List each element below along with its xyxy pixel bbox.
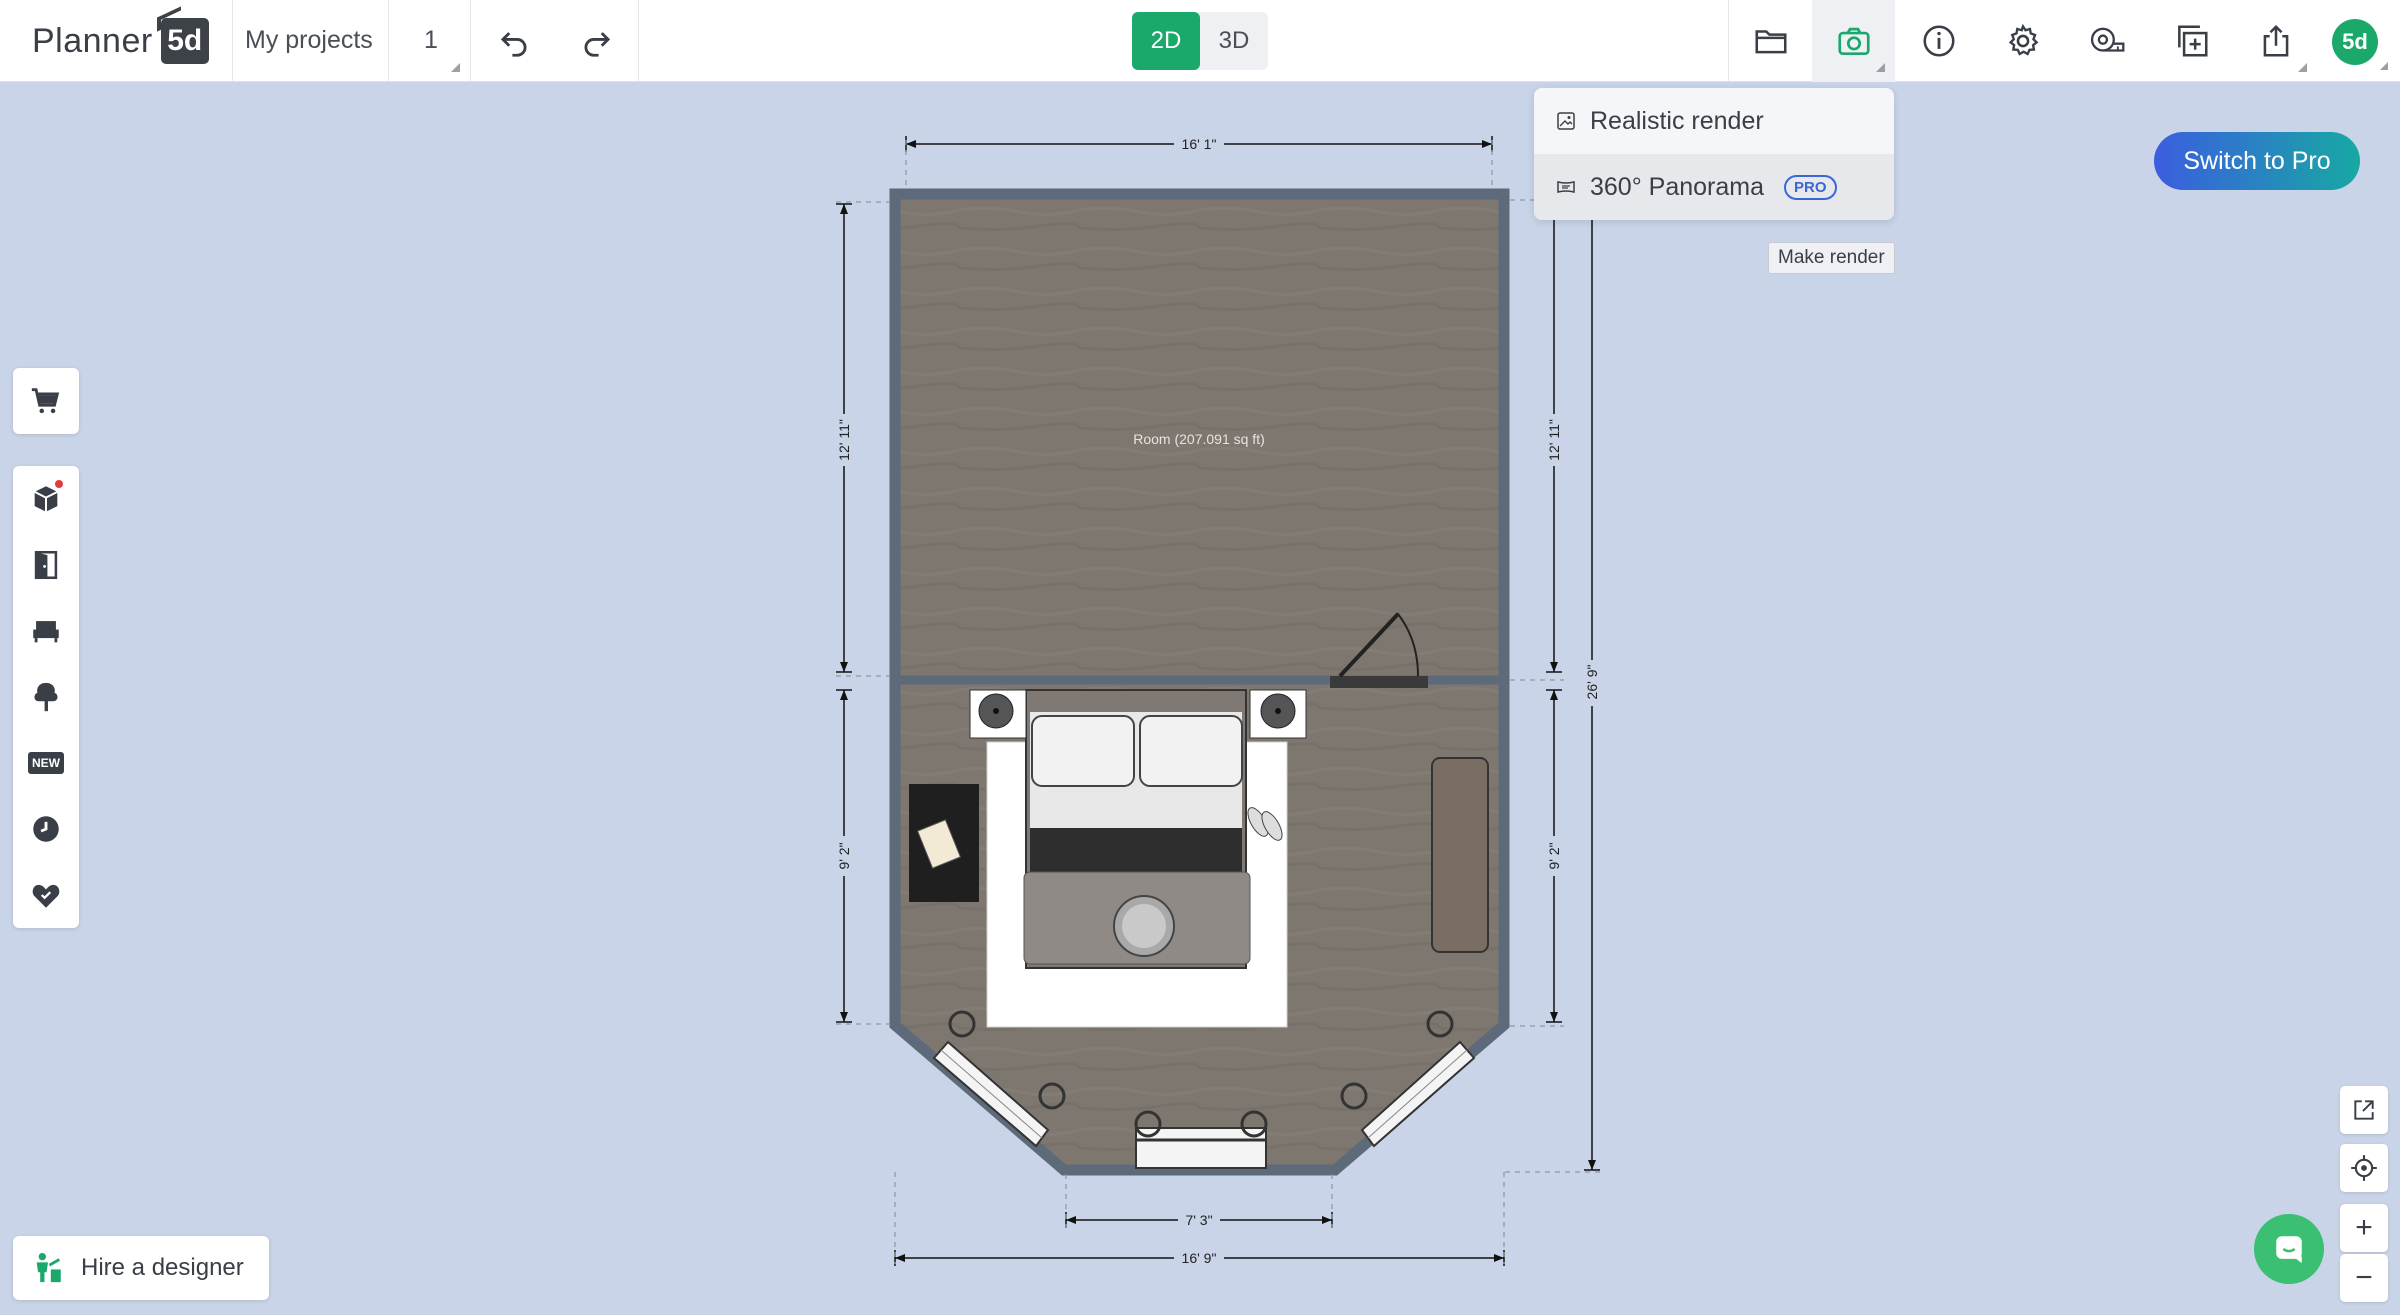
avatar-menu-indicator [2380,62,2388,70]
dim-right-upper: 12' 11" [1546,419,1562,461]
share-button[interactable] [2234,0,2317,82]
info-button[interactable] [1897,0,1980,82]
floor-selector[interactable]: 1 [388,0,470,82]
catalog-panel: NEW [13,466,79,928]
floor-number: 1 [424,26,438,54]
room-label: Room (207.091 sq ft) [1133,431,1265,447]
doors-windows-button[interactable] [13,532,79,598]
clock-icon [33,816,59,842]
shop-button[interactable] [13,368,79,434]
undo-button[interactable] [472,0,555,82]
notification-dot [55,480,63,488]
view-mode-toggle: 2D 3D [1132,12,1268,70]
divider [638,0,639,82]
desk[interactable] [909,784,979,902]
zoom-in-button[interactable]: + [2340,1204,2388,1252]
cart-icon [31,388,60,414]
mode-3d-button[interactable]: 3D [1200,12,1268,70]
mode-2d-button[interactable]: 2D [1132,12,1200,70]
chat-icon [2276,1236,2302,1264]
divider [232,0,233,82]
settings-button[interactable] [1981,0,2064,82]
pro-badge: PRO [1784,174,1837,200]
construction-button[interactable] [13,466,79,532]
dim-right-total: 26' 9" [1584,665,1600,700]
door-icon [34,550,58,580]
switch-to-pro-button[interactable]: Switch to Pro [2154,132,2360,190]
image-icon [1557,112,1575,130]
sofa-icon [33,621,59,643]
add-floor-button[interactable] [2150,0,2233,82]
redo-button[interactable] [555,0,638,82]
bed[interactable] [1023,689,1251,969]
designer-icon [36,1252,61,1283]
new-items-button[interactable]: NEW [13,730,79,796]
dim-bottom-inner: 7' 3" [1185,1212,1212,1228]
dim-top: 16' 1" [1182,136,1217,152]
dim-left-upper: 12' 11" [836,419,852,461]
zoom-out-button[interactable]: − [2340,1254,2388,1302]
center-view-button[interactable] [2340,1144,2388,1192]
shop-panel [13,368,79,434]
folder-icon [1754,30,1787,54]
bench[interactable] [1431,757,1489,953]
panorama-item[interactable]: 360° Panorama PRO [1534,154,1894,220]
info-icon [1922,25,1955,57]
logo-text: Planner [32,21,153,60]
nightstand-right[interactable] [1249,689,1307,739]
my-projects-link[interactable]: My projects [245,26,373,55]
new-badge-icon: NEW [28,752,64,774]
crosshair-icon [2351,1155,2377,1181]
tape-measure-icon [2090,27,2124,52]
recent-button[interactable] [13,796,79,862]
dim-bottom-outer: 16' 9" [1182,1250,1217,1266]
favorites-button[interactable] [13,862,79,928]
furniture-button[interactable] [13,598,79,664]
measure-button[interactable] [2065,0,2148,82]
copy-plus-icon [2177,25,2208,57]
logo-badge: 5d [160,18,209,64]
redo-icon [584,32,610,57]
fullscreen-button[interactable] [2340,1086,2388,1134]
chat-button[interactable] [2254,1214,2324,1284]
gear-icon [2008,23,2038,56]
hire-designer-button[interactable]: Hire a designer [13,1236,269,1300]
user-avatar[interactable]: 5d [2332,19,2378,65]
exterior-button[interactable] [13,664,79,730]
dim-left-lower: 9' 2" [836,842,852,869]
hire-designer-label: Hire a designer [81,1254,244,1281]
external-link-icon [2354,1100,2374,1120]
projects-folder-button[interactable] [1729,0,1812,82]
dim-right-lower: 9' 2" [1546,842,1562,869]
camera-icon [1837,27,1870,56]
heart-icon [32,884,60,908]
render-camera-button[interactable] [1812,0,1895,82]
nightstand-left[interactable] [969,689,1027,739]
planner5d-logo[interactable]: Planner 5d [32,14,209,68]
render-menu: Realistic render 360° Panorama PRO [1534,88,1894,220]
make-render-tooltip: Make render [1768,242,1895,274]
share-icon [2263,24,2288,57]
realistic-render-item[interactable]: Realistic render [1534,88,1894,154]
top-toolbar: Planner 5d My projects 1 2D 3D 5d [0,0,2400,82]
realistic-render-label: Realistic render [1590,106,1764,135]
undo-icon [500,32,526,57]
tree-icon [34,682,58,712]
divider [470,0,471,82]
panorama-icon [1557,181,1575,193]
panorama-label: 360° Panorama [1590,172,1764,201]
floor-plan-canvas[interactable]: Room (207.091 sq ft) 16' 1" 12' 11" 9' 2… [0,0,2400,1315]
